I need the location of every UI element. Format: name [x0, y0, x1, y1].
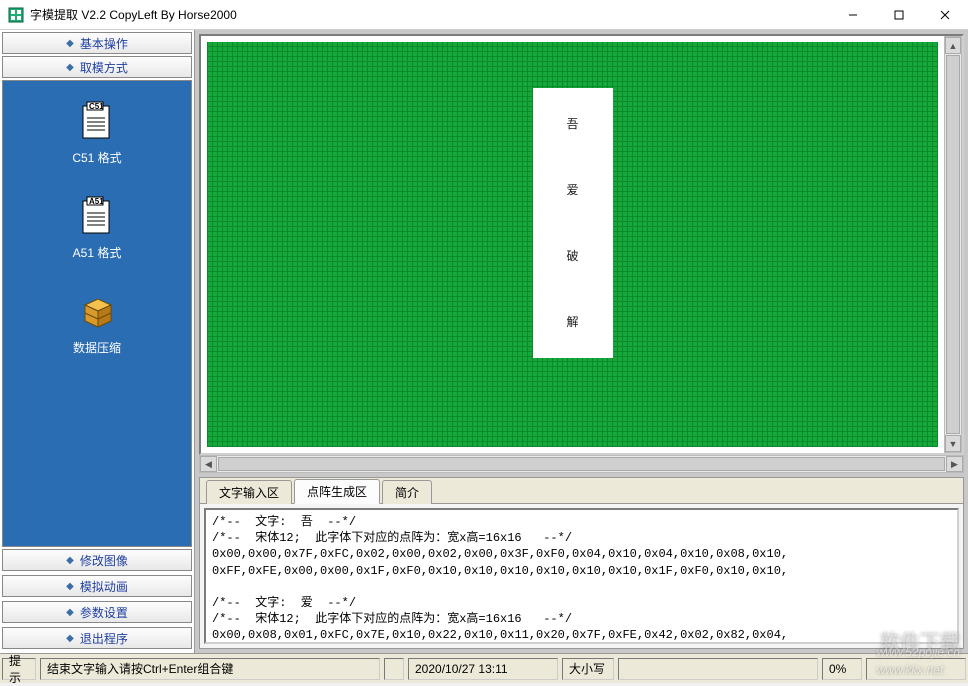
- sidebar-header-label: 取模方式: [80, 59, 128, 76]
- sidebar: ◆ 基本操作 ◆ 取模方式 C51 C51 格式: [0, 30, 195, 653]
- diamond-icon: ◆: [66, 62, 74, 73]
- output-textarea[interactable]: /*-- 文字: 吾 --*/ /*-- 宋体12; 此字体下对应的点阵为：宽x…: [204, 508, 959, 644]
- sidebar-footer-exit[interactable]: ◆ 退出程序: [2, 627, 192, 649]
- maximize-button[interactable]: [876, 0, 922, 30]
- scroll-right-icon[interactable]: ▶: [946, 456, 963, 472]
- statusbar: 提示 结束文字输入请按Ctrl+Enter组合键 2020/10/27 13:1…: [0, 653, 968, 683]
- sidebar-footer-label: 退出程序: [80, 630, 128, 647]
- titlebar: 字模提取 V2.2 CopyLeft By Horse2000: [0, 0, 968, 30]
- minimize-icon: [848, 10, 858, 20]
- status-hint-text: 结束文字输入请按Ctrl+Enter组合键: [40, 658, 380, 680]
- tab-text-input[interactable]: 文字输入区: [206, 480, 292, 504]
- glyph-cell[interactable]: 破: [541, 224, 605, 288]
- diamond-icon: ◆: [66, 38, 74, 49]
- diamond-icon: ◆: [66, 555, 74, 566]
- status-spacer: [384, 658, 404, 680]
- sidebar-item-c51[interactable]: C51 C51 格式: [72, 99, 121, 166]
- glyph-cell[interactable]: 解: [541, 290, 605, 354]
- status-spacer: [618, 658, 818, 680]
- sidebar-footer-edit-image[interactable]: ◆ 修改图像: [2, 549, 192, 571]
- glyph-cell[interactable]: 爱: [541, 158, 605, 222]
- status-datetime: 2020/10/27 13:11: [408, 658, 558, 680]
- sidebar-footer-simulate[interactable]: ◆ 模拟动画: [2, 575, 192, 597]
- app-icon: [8, 7, 24, 23]
- close-button[interactable]: [922, 0, 968, 30]
- scroll-left-icon[interactable]: ◀: [200, 456, 217, 472]
- vertical-scrollbar[interactable]: ▲ ▼: [944, 36, 962, 453]
- close-icon: [940, 10, 950, 20]
- scroll-up-icon[interactable]: ▲: [945, 37, 961, 54]
- scrollbar-thumb[interactable]: [946, 55, 960, 434]
- sidebar-footer-label: 修改图像: [80, 552, 128, 569]
- minimize-button[interactable]: [830, 0, 876, 30]
- glyph-cell[interactable]: 吾: [541, 92, 605, 156]
- diamond-icon: ◆: [66, 633, 74, 644]
- sidebar-header-label: 基本操作: [80, 35, 128, 52]
- file-a51-icon: A51: [79, 195, 115, 237]
- sidebar-item-compress[interactable]: 数据压缩: [73, 289, 121, 356]
- sidebar-item-label: C51 格式: [72, 149, 121, 166]
- file-c51-icon: C51: [79, 100, 115, 142]
- sidebar-footer-label: 参数设置: [80, 604, 128, 621]
- sidebar-footer-params[interactable]: ◆ 参数设置: [2, 601, 192, 623]
- status-caps: 大小写: [562, 658, 614, 680]
- svg-text:A51: A51: [89, 197, 104, 206]
- workspace: 吾 爱 破 解 ▲ ▼ ◀ ▶ 文字输入区 点阵生成区 简介: [195, 30, 968, 653]
- pixel-grid[interactable]: 吾 爱 破 解: [207, 42, 938, 447]
- status-spacer: [866, 658, 966, 680]
- bottom-panel: 文字输入区 点阵生成区 简介 /*-- 文字: 吾 --*/ /*-- 宋体12…: [199, 477, 964, 649]
- sidebar-footer-label: 模拟动画: [80, 578, 128, 595]
- sidebar-body: C51 C51 格式 A51 A51: [2, 80, 192, 547]
- diamond-icon: ◆: [66, 581, 74, 592]
- scrollbar-thumb[interactable]: [218, 457, 945, 471]
- sidebar-header-mode[interactable]: ◆ 取模方式: [2, 56, 192, 78]
- status-hint-label: 提示: [2, 658, 36, 680]
- horizontal-scrollbar[interactable]: ◀ ▶: [199, 455, 964, 473]
- sidebar-item-a51[interactable]: A51 A51 格式: [73, 194, 122, 261]
- tab-matrix-output[interactable]: 点阵生成区: [294, 479, 380, 504]
- svg-text:C51: C51: [89, 102, 104, 111]
- glyph-column: 吾 爱 破 解: [533, 88, 613, 358]
- tab-about[interactable]: 简介: [382, 480, 432, 504]
- cube-icon: [77, 291, 117, 331]
- sidebar-header-basic[interactable]: ◆ 基本操作: [2, 32, 192, 54]
- diamond-icon: ◆: [66, 607, 74, 618]
- maximize-icon: [894, 10, 904, 20]
- tab-row: 文字输入区 点阵生成区 简介: [200, 478, 963, 504]
- scroll-down-icon[interactable]: ▼: [945, 435, 961, 452]
- sidebar-item-label: A51 格式: [73, 244, 122, 261]
- window-title: 字模提取 V2.2 CopyLeft By Horse2000: [30, 6, 830, 23]
- sidebar-item-label: 数据压缩: [73, 339, 121, 356]
- status-percent: 0%: [822, 658, 862, 680]
- canvas-frame[interactable]: 吾 爱 破 解 ▲ ▼: [199, 34, 964, 455]
